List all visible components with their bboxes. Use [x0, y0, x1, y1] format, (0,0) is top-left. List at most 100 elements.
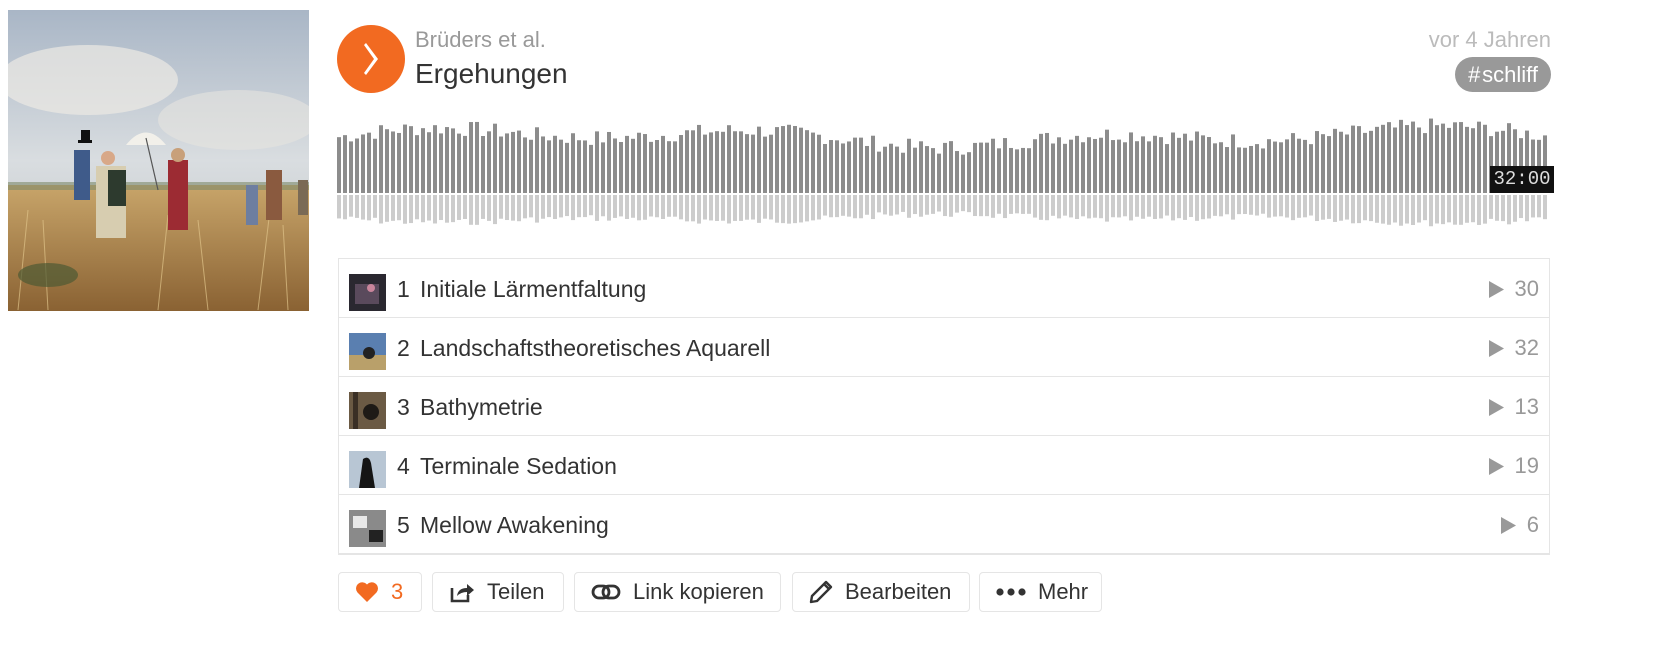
waveform-bar-reflection [511, 195, 515, 221]
waveform-bar-reflection [487, 195, 491, 221]
waveform-bar-reflection [547, 195, 551, 218]
waveform-bar-reflection [1465, 195, 1469, 223]
waveform-bar-reflection [841, 195, 845, 216]
waveform-bar [787, 124, 791, 193]
waveform-bar-reflection [721, 195, 725, 221]
waveform-bar [763, 136, 767, 193]
waveform-bar [697, 124, 701, 193]
play-count: 6 [1500, 512, 1539, 538]
tag-badge[interactable]: # schliff [1455, 57, 1551, 92]
waveform-bar-reflection [1321, 195, 1325, 220]
waveform-bar [1153, 135, 1157, 193]
waveform-bar [739, 131, 743, 193]
waveform-bar [607, 131, 611, 193]
waveform-bar-reflection [415, 195, 419, 220]
tracklist: 1 Initiale Lärmentfaltung 30 2 Landschaf… [338, 258, 1550, 555]
waveform-bar [523, 137, 527, 193]
waveform-bar-reflection [1543, 195, 1547, 220]
waveform-bar [1087, 137, 1091, 193]
waveform-bar [511, 131, 515, 193]
track-title[interactable]: Ergehungen [415, 58, 568, 90]
copy-link-button[interactable]: Link kopieren [574, 572, 781, 612]
play-count: 32 [1488, 335, 1539, 361]
tracklist-item[interactable]: 2 Landschaftstheoretisches Aquarell 32 [339, 318, 1549, 377]
waveform-bar [577, 140, 581, 193]
cover-artwork[interactable] [8, 10, 309, 311]
track-name[interactable]: Initiale Lärmentfaltung [420, 276, 646, 303]
play-count-value: 19 [1514, 453, 1539, 478]
waveform-bar-reflection [925, 195, 929, 215]
waveform-bar [1393, 127, 1397, 193]
waveform-bar-reflection [1183, 195, 1187, 220]
waveform-bar [1423, 133, 1427, 193]
waveform-bar-reflection [1525, 195, 1529, 222]
share-button[interactable]: Teilen [432, 572, 564, 612]
waveform-bar [823, 143, 827, 193]
tracklist-item[interactable]: 5 Mellow Awakening 6 [339, 495, 1549, 553]
edit-button[interactable]: Bearbeiten [792, 572, 970, 612]
waveform-bar [349, 141, 353, 193]
duration-label: 32:00 [1490, 166, 1554, 193]
track-name[interactable]: Terminale Sedation [420, 453, 617, 480]
play-count: 19 [1488, 453, 1539, 479]
tracklist-item[interactable]: 1 Initiale Lärmentfaltung 30 [339, 259, 1549, 318]
waveform-bar-reflection [919, 195, 923, 217]
waveform-bar-reflection [535, 195, 539, 223]
waveform-bar-reflection [1471, 195, 1475, 223]
waveform-bar [559, 139, 563, 193]
waveform[interactable] [337, 112, 1550, 232]
track-thumbnail [349, 510, 386, 547]
waveform-bar-reflection [391, 195, 395, 221]
waveform-bar [643, 134, 647, 193]
waveform-bar [805, 130, 809, 193]
waveform-bar-reflection [1231, 195, 1235, 220]
waveform-bar-reflection [727, 195, 731, 224]
waveform-bar [445, 127, 449, 193]
tracklist-item[interactable]: 3 Bathymetrie 13 [339, 377, 1549, 436]
waveform-bar [829, 140, 833, 193]
waveform-bar [1009, 147, 1013, 193]
waveform-bar [385, 129, 389, 193]
waveform-bar-reflection [739, 195, 743, 221]
waveform-bar-reflection [769, 195, 773, 220]
waveform-bar [457, 133, 461, 193]
waveform-bar-reflection [685, 195, 689, 222]
waveform-bar [1387, 122, 1391, 193]
waveform-bar-reflection [1141, 195, 1145, 219]
waveform-bar [1261, 148, 1265, 193]
waveform-bar [1483, 124, 1487, 193]
waveform-bar-reflection [883, 195, 887, 215]
waveform-bar [1225, 147, 1229, 193]
waveform-bar-reflection [1261, 195, 1265, 214]
waveform-bar [1477, 121, 1481, 193]
waveform-bar-reflection [859, 195, 863, 219]
waveform-bar-reflection [1027, 195, 1031, 214]
play-count-value: 32 [1514, 335, 1539, 360]
more-button[interactable]: Mehr [979, 572, 1102, 612]
waveform-bar [895, 146, 899, 193]
track-name[interactable]: Bathymetrie [420, 394, 543, 421]
waveform-bar [685, 130, 689, 193]
waveform-bar-reflection [949, 195, 953, 217]
share-label: Teilen [487, 579, 545, 604]
waveform-bar [1219, 142, 1223, 193]
waveform-bar-reflection [901, 195, 905, 212]
waveform-bar-reflection [1249, 195, 1253, 215]
tracklist-item[interactable]: 4 Terminale Sedation 19 [339, 436, 1549, 495]
waveform-bar [925, 146, 929, 193]
waveform-bar-reflection [967, 195, 971, 213]
track-name[interactable]: Mellow Awakening [420, 512, 609, 539]
track-thumbnail [349, 333, 386, 370]
like-button[interactable]: 3 [338, 572, 422, 612]
artist-name[interactable]: Brüders et al. [415, 27, 546, 53]
waveform-bar-reflection [1129, 195, 1133, 221]
waveform-bar [853, 137, 857, 193]
waveform-bar [403, 124, 407, 193]
track-name[interactable]: Landschaftstheoretisches Aquarell [420, 335, 770, 362]
waveform-bar-reflection [1393, 195, 1397, 223]
waveform-bar [943, 142, 947, 193]
waveform-bar-reflection [505, 195, 509, 221]
waveform-bar-reflection [421, 195, 425, 223]
waveform-bar-reflection [541, 195, 545, 219]
play-button[interactable] [337, 25, 405, 93]
